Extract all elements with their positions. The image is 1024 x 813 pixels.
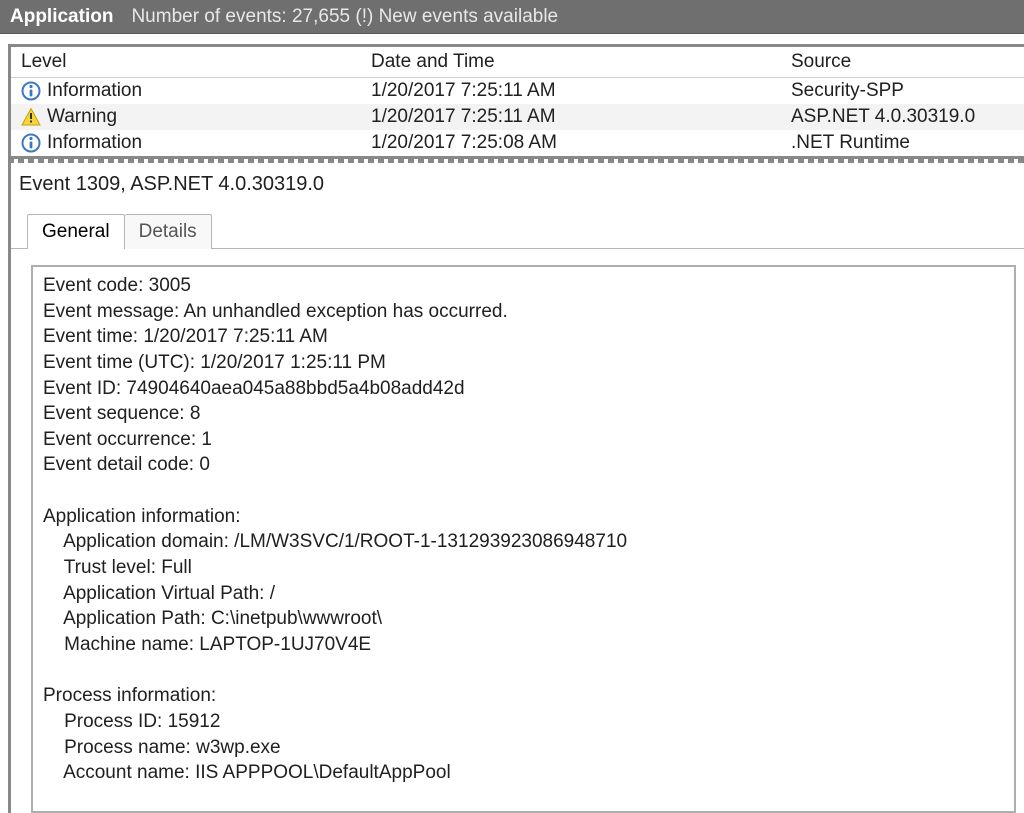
col-header-level[interactable]: Level: [11, 47, 361, 78]
info-icon: [21, 133, 41, 153]
log-name: Application: [10, 6, 113, 28]
table-row[interactable]: Information 1/20/2017 7:25:11 AMSecurity-…: [11, 78, 1024, 105]
grid-header-row[interactable]: Level Date and Time Source: [11, 47, 1024, 78]
date-cell: 1/20/2017 7:25:11 AM: [361, 104, 781, 130]
level-text: Warning: [47, 106, 117, 128]
source-cell: .NET Runtime: [781, 130, 1024, 156]
tab-general[interactable]: General: [27, 214, 125, 249]
table-row[interactable]: Warning 1/20/2017 7:25:11 AMASP.NET 4.0.3…: [11, 104, 1024, 130]
event-viewer-window: Application Number of events: 27,655 (!)…: [0, 0, 1024, 813]
table-row[interactable]: Information 1/20/2017 7:25:08 AM.NET Runt…: [11, 130, 1024, 156]
source-cell: Security-SPP: [781, 78, 1024, 105]
date-cell: 1/20/2017 7:25:08 AM: [361, 130, 781, 156]
tab-details[interactable]: Details: [125, 214, 212, 249]
title-bar: Application Number of events: 27,655 (!)…: [0, 0, 1024, 34]
event-count-label: Number of events: 27,655 (!) New events …: [131, 6, 558, 28]
warning-icon: [21, 107, 41, 127]
event-heading: Event 1309, ASP.NET 4.0.30319.0: [11, 163, 1024, 214]
source-cell: ASP.NET 4.0.30319.0: [781, 104, 1024, 130]
info-icon: [21, 81, 41, 101]
date-cell: 1/20/2017 7:25:11 AM: [361, 78, 781, 105]
level-text: Information: [47, 80, 142, 102]
events-grid[interactable]: Level Date and Time Source Information 1/…: [8, 44, 1024, 159]
col-header-date[interactable]: Date and Time: [361, 47, 781, 78]
tabs: General Details: [11, 214, 1024, 249]
level-text: Information: [47, 132, 142, 154]
col-header-source[interactable]: Source: [781, 47, 1024, 78]
event-body[interactable]: Event code: 3005 Event message: An unhan…: [31, 265, 1016, 813]
details-pane: Event 1309, ASP.NET 4.0.30319.0 General …: [8, 163, 1024, 813]
